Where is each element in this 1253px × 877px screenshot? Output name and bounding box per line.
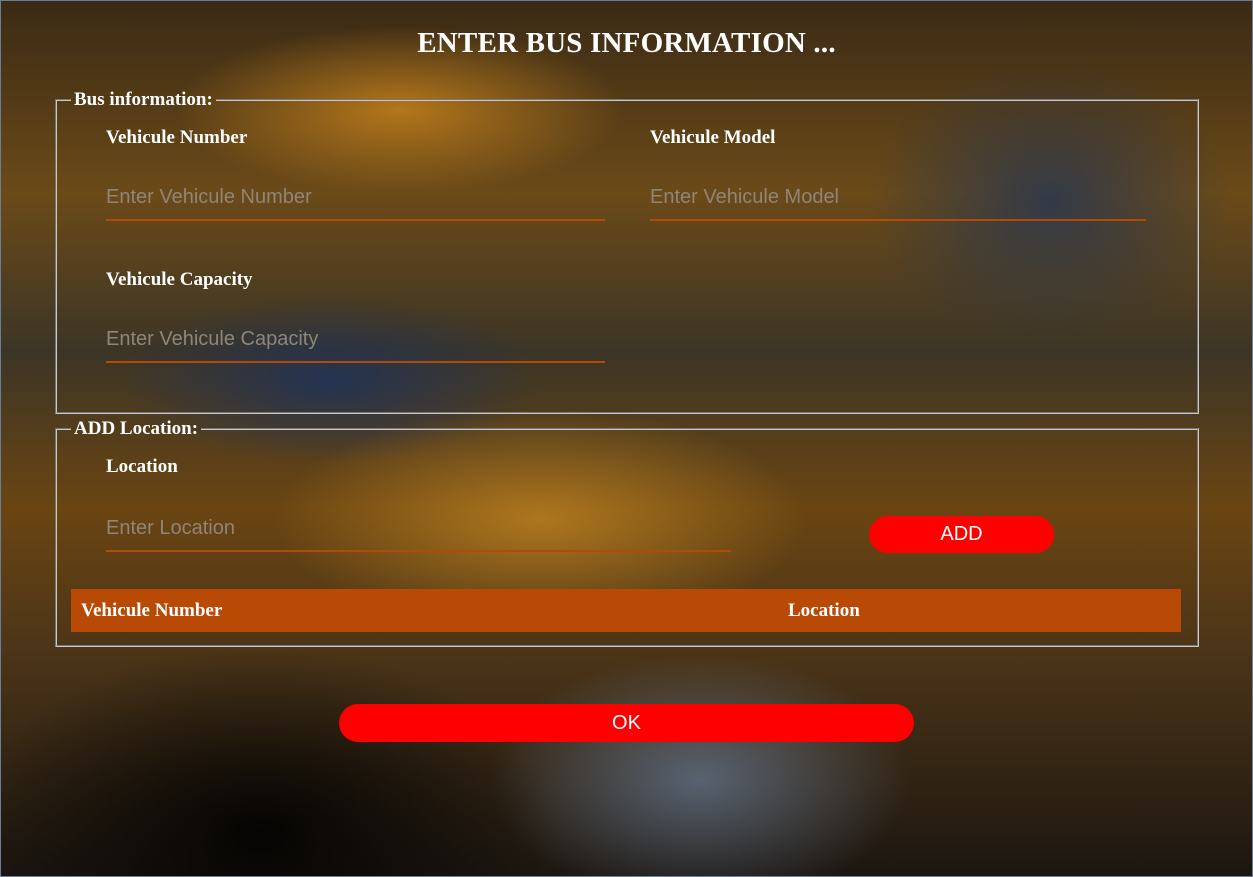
- location-input[interactable]: [106, 512, 731, 552]
- vehicle-capacity-label: Vehicule Capacity: [106, 269, 253, 290]
- column-header-location: Location: [788, 600, 860, 621]
- locations-table-header: Vehicule Number Location: [71, 589, 1181, 632]
- vehicle-number-label: Vehicule Number: [106, 127, 248, 148]
- add-location-legend: ADD Location:: [74, 418, 199, 439]
- vehicle-model-label: Vehicule Model: [650, 127, 776, 148]
- page-title: ENTER BUS INFORMATION ...: [417, 27, 836, 59]
- location-label: Location: [106, 456, 178, 477]
- bus-information-legend: Bus information:: [74, 89, 213, 110]
- vehicle-number-input[interactable]: [106, 182, 605, 221]
- column-header-vehicle-number: Vehicule Number: [81, 600, 223, 621]
- vehicle-capacity-input[interactable]: [106, 324, 605, 363]
- vehicle-model-input[interactable]: [650, 182, 1146, 221]
- add-location-button[interactable]: ADD: [869, 516, 1054, 553]
- ok-button[interactable]: OK: [339, 704, 914, 742]
